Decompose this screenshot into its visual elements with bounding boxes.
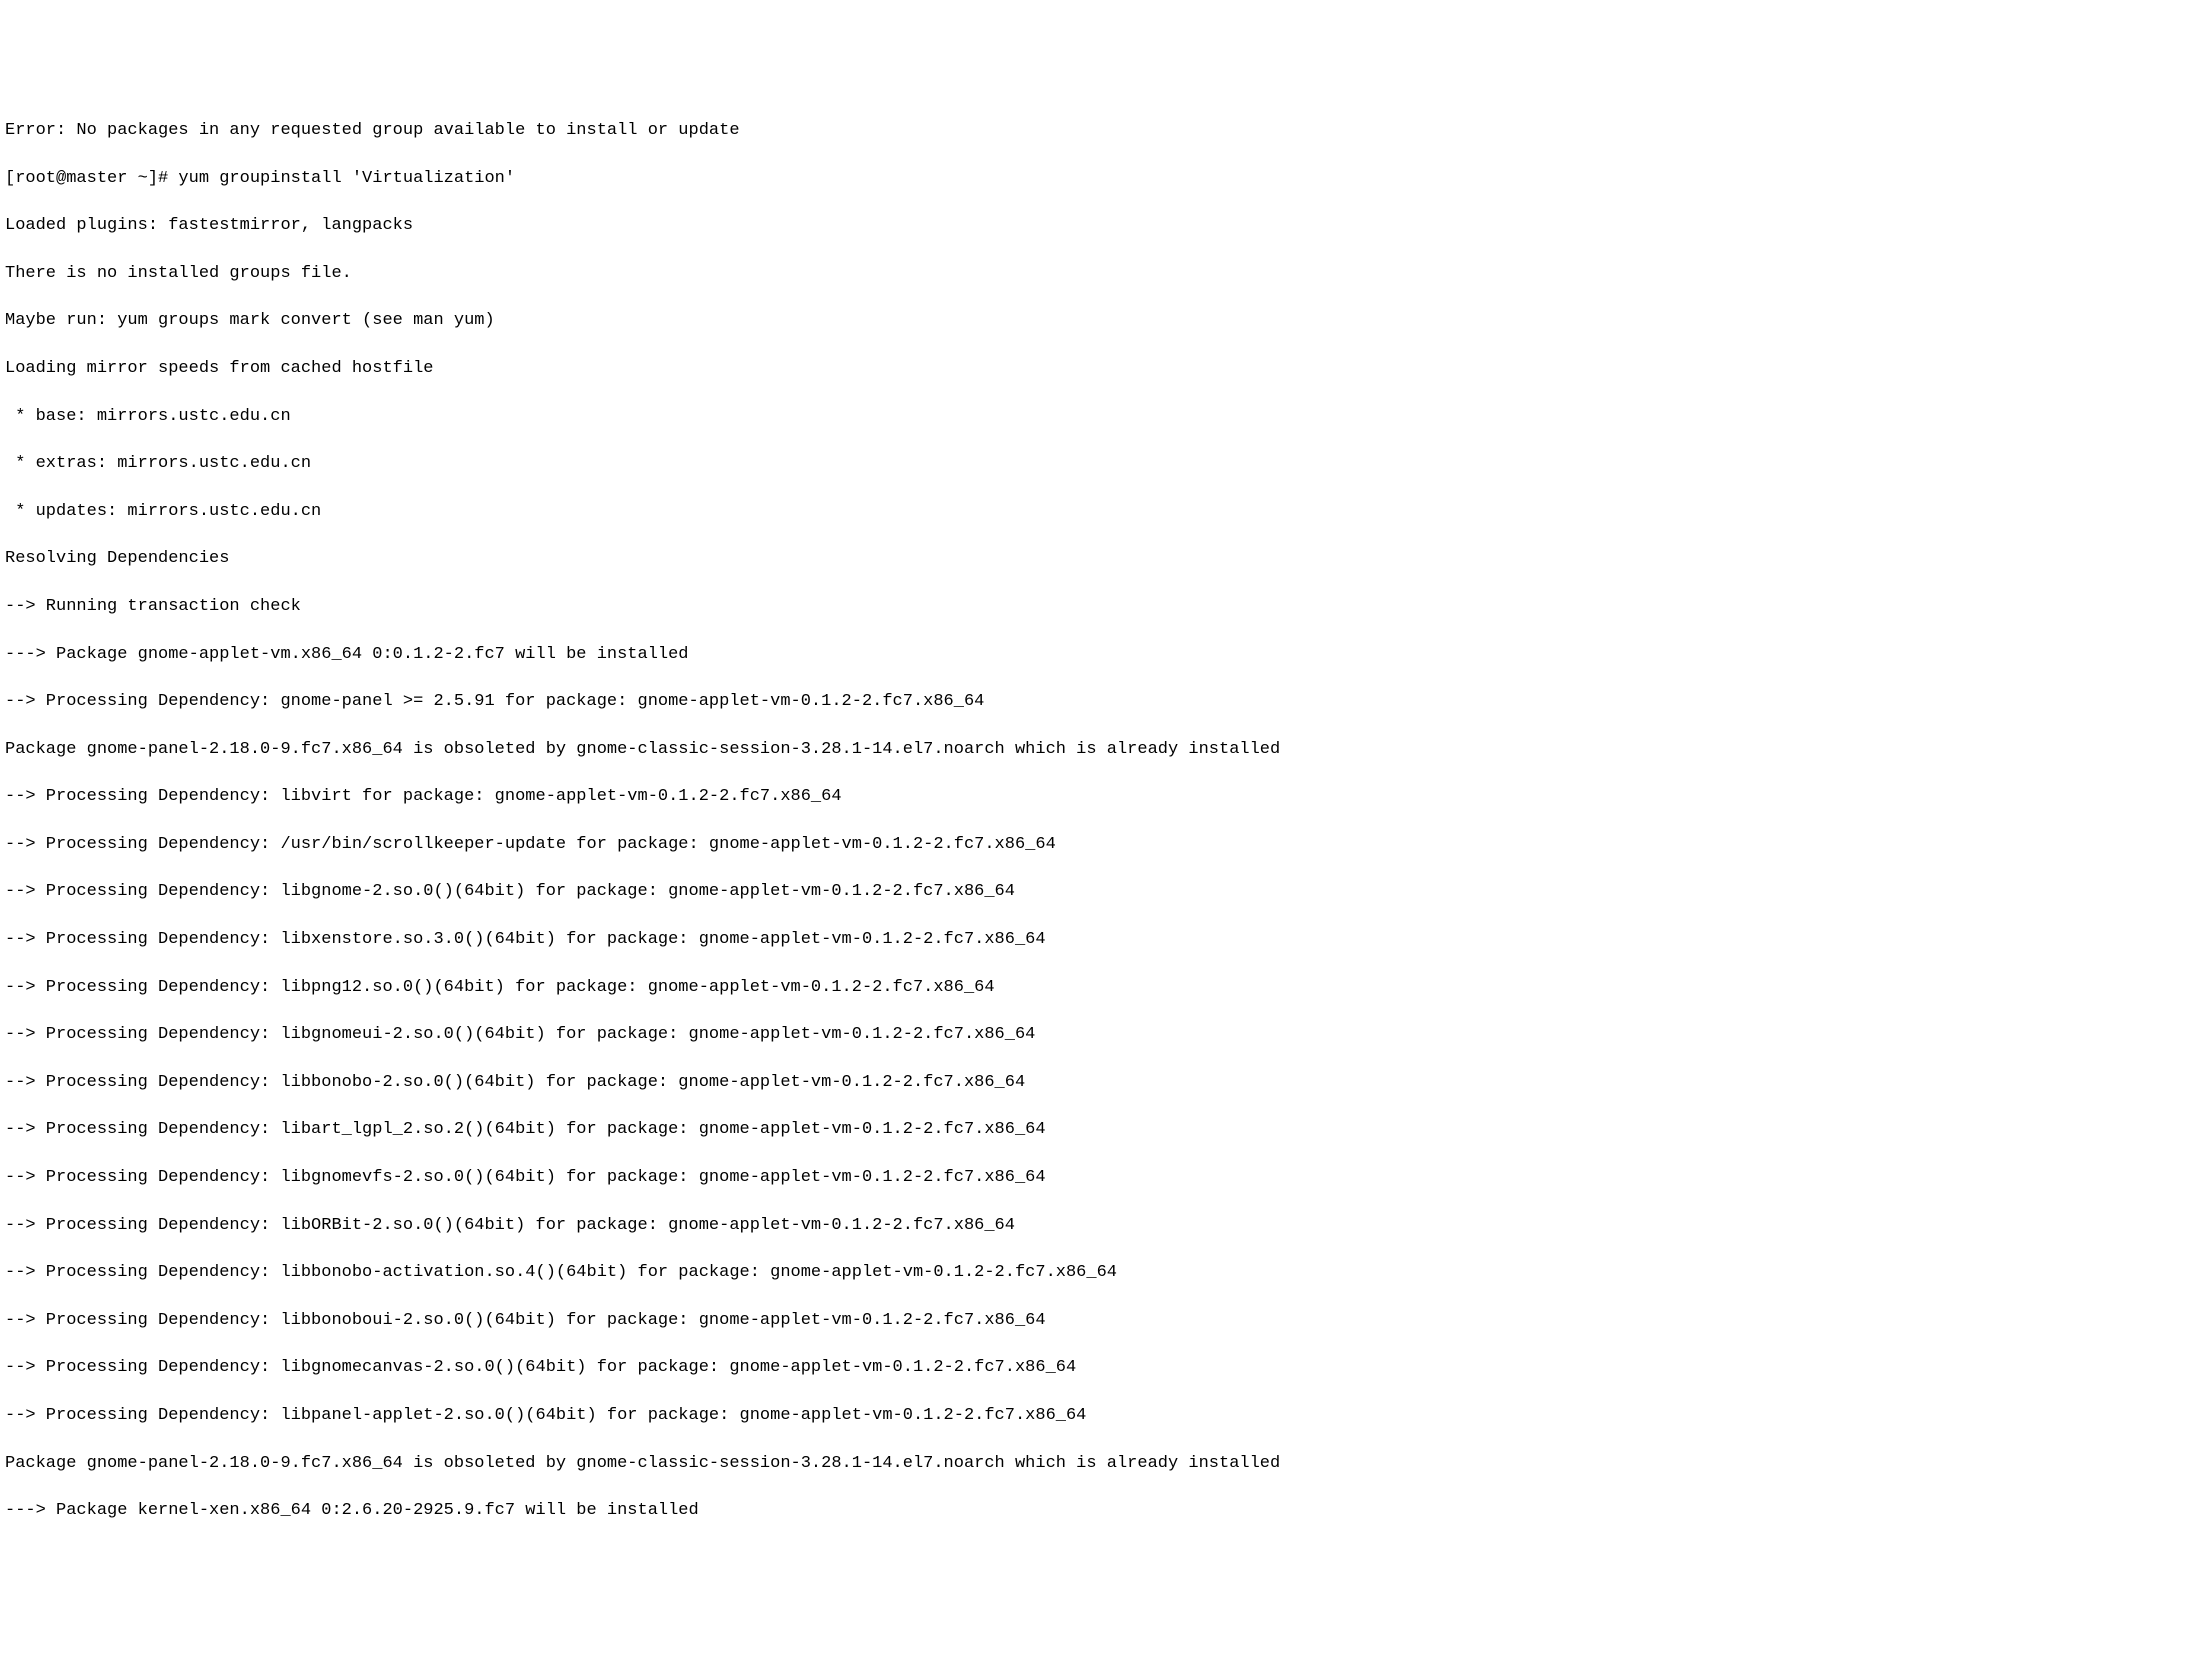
terminal-line: --> Processing Dependency: gnome-panel >… xyxy=(5,690,2189,714)
terminal-line: Resolving Dependencies xyxy=(5,547,2189,571)
terminal-line: --> Processing Dependency: libpng12.so.0… xyxy=(5,976,2189,1000)
terminal-line: Loaded plugins: fastestmirror, langpacks xyxy=(5,214,2189,238)
terminal-line: ---> Package kernel-xen.x86_64 0:2.6.20-… xyxy=(5,1499,2189,1523)
terminal-line: Package gnome-panel-2.18.0-9.fc7.x86_64 … xyxy=(5,1452,2189,1476)
terminal-output: Error: No packages in any requested grou… xyxy=(5,95,2189,1547)
terminal-line: --> Processing Dependency: /usr/bin/scro… xyxy=(5,833,2189,857)
terminal-line: --> Processing Dependency: libgnomeui-2.… xyxy=(5,1023,2189,1047)
terminal-line: --> Processing Dependency: libart_lgpl_2… xyxy=(5,1118,2189,1142)
terminal-line: --> Processing Dependency: libpanel-appl… xyxy=(5,1404,2189,1428)
terminal-line: --> Processing Dependency: libxenstore.s… xyxy=(5,928,2189,952)
terminal-line: --> Processing Dependency: libORBit-2.so… xyxy=(5,1214,2189,1238)
terminal-line: --> Processing Dependency: libbonobo-2.s… xyxy=(5,1071,2189,1095)
terminal-line: * extras: mirrors.ustc.edu.cn xyxy=(5,452,2189,476)
terminal-line: There is no installed groups file. xyxy=(5,262,2189,286)
terminal-line: * updates: mirrors.ustc.edu.cn xyxy=(5,500,2189,524)
terminal-line: --> Processing Dependency: libgnomecanva… xyxy=(5,1356,2189,1380)
terminal-line: --> Running transaction check xyxy=(5,595,2189,619)
terminal-line: Loading mirror speeds from cached hostfi… xyxy=(5,357,2189,381)
terminal-line: --> Processing Dependency: libvirt for p… xyxy=(5,785,2189,809)
terminal-line: * base: mirrors.ustc.edu.cn xyxy=(5,405,2189,429)
terminal-line: --> Processing Dependency: libbonobo-act… xyxy=(5,1261,2189,1285)
terminal-line: ---> Package gnome-applet-vm.x86_64 0:0.… xyxy=(5,643,2189,667)
terminal-line: --> Processing Dependency: libgnomevfs-2… xyxy=(5,1166,2189,1190)
terminal-line: --> Processing Dependency: libgnome-2.so… xyxy=(5,880,2189,904)
terminal-line: Error: No packages in any requested grou… xyxy=(5,119,2189,143)
terminal-line: Package gnome-panel-2.18.0-9.fc7.x86_64 … xyxy=(5,738,2189,762)
terminal-line: Maybe run: yum groups mark convert (see … xyxy=(5,309,2189,333)
terminal-line: [root@master ~]# yum groupinstall 'Virtu… xyxy=(5,167,2189,191)
terminal-line: --> Processing Dependency: libbonoboui-2… xyxy=(5,1309,2189,1333)
